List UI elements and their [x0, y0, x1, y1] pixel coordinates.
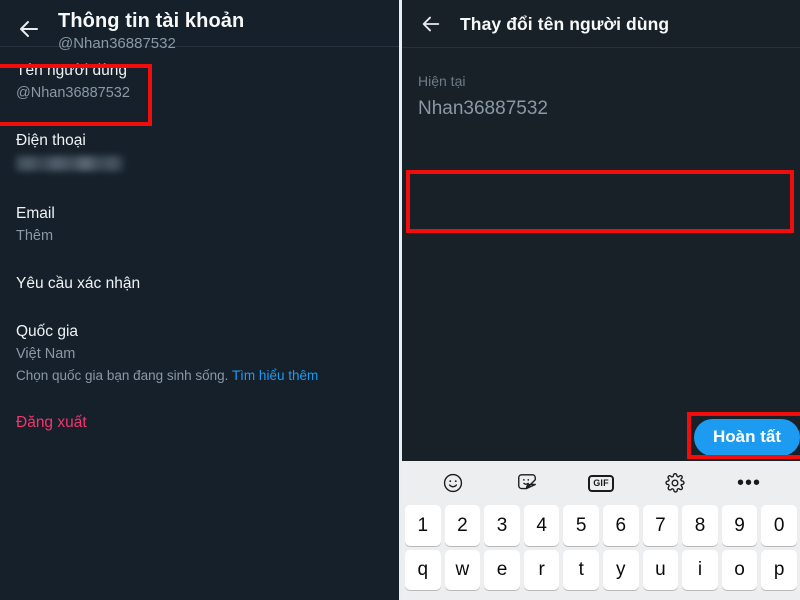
key-0[interactable]: 0 — [761, 505, 797, 546]
key-o[interactable]: o — [721, 550, 758, 590]
key-8[interactable]: 8 — [682, 505, 718, 546]
more-dots-label: ••• — [736, 472, 761, 494]
key-q[interactable]: q — [405, 550, 441, 590]
emoji-icon[interactable] — [436, 466, 470, 500]
account-info-panel: Thông tin tài khoản @Nhan36887532 Tên ng… — [0, 0, 399, 600]
page-title: Thông tin tài khoản — [58, 10, 245, 32]
verification-request-label: Yêu cầu xác nhận — [16, 275, 141, 292]
current-username-block: Hiện tại Nhan36887532 — [402, 48, 800, 122]
back-arrow-icon[interactable] — [0, 8, 58, 41]
list-item-phone[interactable]: Điện thoại — [0, 117, 399, 190]
change-username-title: Thay đổi tên người dùng — [460, 13, 670, 34]
left-appbar: Thông tin tài khoản @Nhan36887532 — [0, 0, 399, 52]
key-w[interactable]: w — [444, 550, 481, 590]
country-help-text: Chọn quốc gia bạn đang sinh sống. Tìm hi… — [16, 366, 383, 385]
email-value: Thêm — [16, 228, 54, 244]
key-3[interactable]: 3 — [484, 505, 520, 546]
key-6[interactable]: 6 — [603, 505, 639, 546]
more-options-icon[interactable]: ••• — [732, 466, 766, 500]
left-appbar-titles: Thông tin tài khoản @Nhan36887532 — [58, 8, 244, 54]
key-t[interactable]: t — [563, 550, 599, 590]
gif-label: GIF — [588, 474, 614, 492]
sticker-icon[interactable] — [510, 466, 544, 500]
key-e[interactable]: e — [484, 550, 520, 590]
key-1[interactable]: 1 — [405, 505, 441, 546]
page-subtitle-handle: @Nhan36887532 — [58, 35, 176, 52]
email-label: Email — [16, 205, 55, 222]
keyboard-number-row: 1 2 3 4 5 6 7 8 9 0 — [402, 505, 800, 546]
change-username-panel: Thay đổi tên người dùng Hiện tại Nhan368… — [402, 0, 800, 600]
settings-gear-icon[interactable] — [658, 466, 692, 500]
phone-value-redacted — [16, 156, 124, 171]
country-label: Quốc gia — [16, 323, 79, 340]
done-button[interactable]: Hoàn tất — [694, 419, 800, 456]
list-item-logout[interactable]: Đăng xuất — [0, 399, 399, 447]
keyboard-letter-row: q w e r t y u i o p — [402, 550, 800, 590]
learn-more-link[interactable]: Tìm hiểu thêm — [232, 368, 318, 383]
key-2[interactable]: 2 — [444, 505, 481, 546]
list-item-country[interactable]: Quốc gia Việt Nam Chọn quốc gia bạn đang… — [0, 308, 399, 399]
key-y[interactable]: y — [603, 550, 639, 590]
app-screen: Thông tin tài khoản @Nhan36887532 Tên ng… — [0, 0, 800, 600]
on-screen-keyboard[interactable]: GIF ••• 1 2 3 4 5 6 7 8 9 0 q w e r t y … — [402, 461, 800, 600]
logout-label: Đăng xuất — [16, 414, 87, 431]
username-value: @Nhan36887532 — [16, 85, 130, 101]
list-item-username[interactable]: Tên người dùng @Nhan36887532 — [0, 47, 399, 117]
key-7[interactable]: 7 — [642, 505, 679, 546]
key-5[interactable]: 5 — [563, 505, 599, 546]
account-settings-list: Tên người dùng @Nhan36887532 Điện thoại … — [0, 47, 399, 447]
back-arrow-icon[interactable] — [402, 13, 460, 35]
current-username-value: Nhan36887532 — [418, 98, 548, 119]
key-u[interactable]: u — [642, 550, 679, 590]
list-item-email[interactable]: Email Thêm — [0, 190, 399, 260]
list-item-verification-request[interactable]: Yêu cầu xác nhận — [0, 260, 399, 308]
key-r[interactable]: r — [523, 550, 560, 590]
current-username-caption: Hiện tại — [418, 73, 466, 89]
key-9[interactable]: 9 — [721, 505, 758, 546]
username-label: Tên người dùng — [16, 62, 128, 79]
key-p[interactable]: p — [761, 550, 797, 590]
done-button-area: Hoàn tất — [402, 412, 800, 459]
key-4[interactable]: 4 — [523, 505, 560, 546]
gif-icon[interactable]: GIF — [584, 466, 618, 500]
key-i[interactable]: i — [682, 550, 718, 590]
phone-label: Điện thoại — [16, 132, 86, 149]
keyboard-toolbar: GIF ••• — [402, 461, 800, 505]
country-help-sentence: Chọn quốc gia bạn đang sinh sống. — [16, 368, 229, 383]
right-appbar: Thay đổi tên người dùng — [402, 0, 800, 48]
country-value: Việt Nam — [16, 346, 76, 362]
